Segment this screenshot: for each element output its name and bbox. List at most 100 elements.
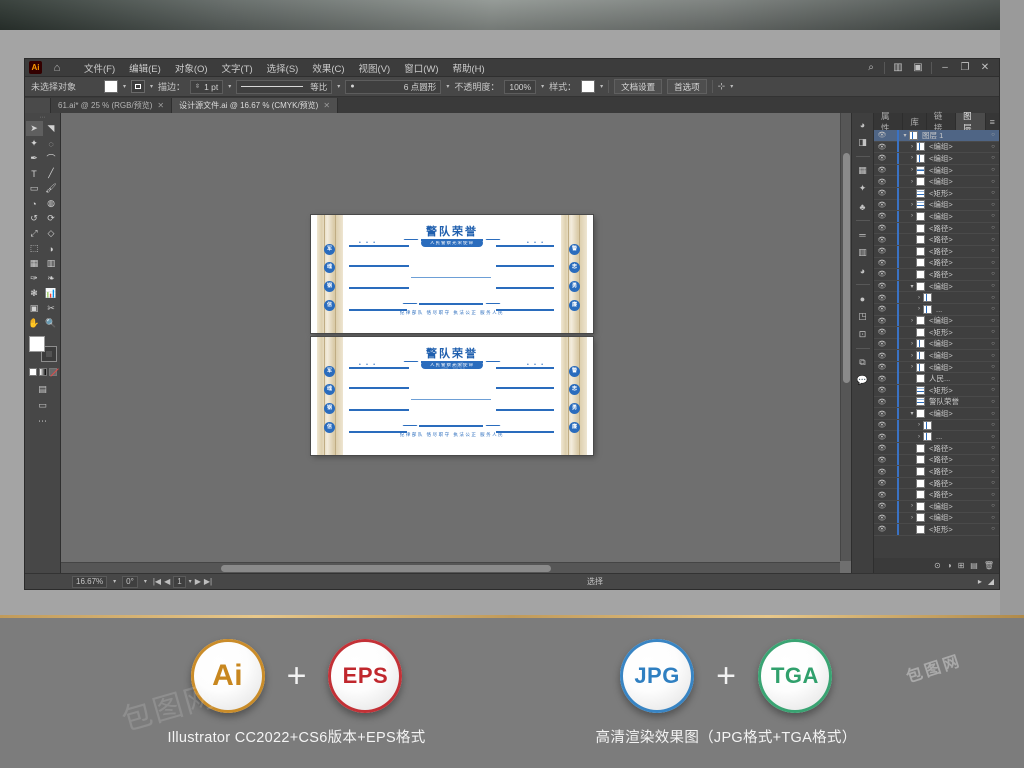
gradient-button[interactable] [38, 368, 47, 376]
layer-row[interactable]: 👁 › <编组> ○ [874, 350, 999, 362]
target-indicator-icon[interactable]: ○ [987, 318, 999, 324]
preferences-button[interactable]: 首选项 [667, 79, 707, 94]
layer-row[interactable]: 👁 › ○ [874, 292, 999, 304]
target-indicator-icon[interactable]: ○ [987, 376, 999, 382]
tab-layers[interactable]: 图层 [956, 111, 986, 133]
align-panel-icon[interactable]: ⊡ [854, 327, 872, 342]
fill-stroke-control[interactable] [28, 336, 57, 362]
gradient-icon[interactable]: ▥ [854, 245, 872, 260]
eyedropper-tool[interactable]: ✑ [26, 271, 43, 286]
fill-swatch[interactable] [104, 80, 119, 93]
status-resize-grip[interactable]: ◢ [988, 577, 994, 586]
layer-row[interactable]: 👁 <路径> ○ [874, 477, 999, 490]
last-artboard-button[interactable]: ▶| [204, 577, 212, 586]
panel-menu-icon[interactable]: ≡ [986, 113, 999, 130]
layer-row[interactable]: 👁 ›... ○ [874, 431, 999, 444]
swatches-icon[interactable]: ▦ [854, 163, 872, 178]
fill-color-box[interactable] [28, 336, 45, 352]
align-icon[interactable]: ⊹ [718, 81, 726, 92]
layer-row[interactable]: 👁 › <编组> ○ [874, 338, 999, 351]
visibility-toggle-icon[interactable]: 👁 [876, 479, 888, 487]
expand-arrow-icon[interactable]: ▾ [908, 283, 916, 290]
type-tool[interactable]: T [26, 166, 43, 181]
tools-more-icon[interactable]: ⋯ [38, 416, 47, 427]
layer-row[interactable]: 👁 人民... ○ [874, 373, 999, 386]
rotate-tool[interactable]: ⟳ [43, 211, 60, 226]
target-indicator-icon[interactable]: ○ [987, 387, 999, 393]
shaper-tool[interactable]: ◔ [26, 196, 43, 211]
menu-select[interactable]: 选择(S) [260, 59, 306, 77]
visibility-toggle-icon[interactable]: 👁 [876, 294, 888, 302]
target-indicator-icon[interactable]: ○ [987, 445, 999, 451]
target-indicator-icon[interactable]: ○ [987, 399, 999, 405]
document-tab-1[interactable]: 61.ai* @ 25 % (RGB/预览) ✕ [51, 98, 173, 113]
artboard-tool[interactable]: ▣ [26, 301, 43, 316]
close-icon[interactable]: ✕ [157, 101, 164, 110]
layer-row[interactable]: 👁 › <编组> ○ [874, 176, 999, 188]
width-tool[interactable]: ◇ [43, 226, 60, 241]
target-indicator-icon[interactable]: ○ [987, 167, 999, 173]
rotation-control[interactable]: 0° [122, 575, 138, 588]
symbol-sprayer-tool[interactable]: ❃ [26, 286, 43, 301]
restore-button[interactable]: ❐ [955, 62, 975, 73]
target-indicator-icon[interactable]: ○ [987, 132, 999, 138]
brush-caret-icon[interactable]: ▾ [446, 83, 449, 90]
target-indicator-icon[interactable]: ○ [987, 248, 999, 254]
prev-artboard-button[interactable]: ◀ [164, 577, 170, 586]
appearance-icon[interactable]: ● [854, 291, 872, 306]
target-indicator-icon[interactable]: ○ [987, 329, 999, 335]
visibility-toggle-icon[interactable]: 👁 [876, 236, 888, 244]
stroke-icon[interactable]: ═ [854, 227, 872, 242]
target-indicator-icon[interactable]: ○ [987, 237, 999, 243]
eraser-tool[interactable]: ↺ [26, 211, 43, 226]
expand-arrow-icon[interactable]: › [908, 155, 916, 161]
layer-row[interactable]: 👁 <路径> ○ [874, 245, 999, 258]
artboard-caret-icon[interactable]: ▾ [189, 578, 192, 585]
target-indicator-icon[interactable]: ○ [987, 283, 999, 289]
slice-tool[interactable]: ✂ [43, 301, 60, 316]
target-indicator-icon[interactable]: ○ [987, 411, 999, 417]
shape-builder-tool[interactable]: ◑ [43, 241, 60, 256]
target-indicator-icon[interactable]: ○ [987, 515, 999, 521]
layer-row[interactable]: 👁 › <编组> ○ [874, 152, 999, 165]
style-caret-icon[interactable]: ▾ [600, 83, 603, 90]
visibility-toggle-icon[interactable]: 👁 [876, 502, 888, 510]
visibility-toggle-icon[interactable]: 👁 [876, 525, 888, 533]
target-indicator-icon[interactable]: ○ [987, 353, 999, 359]
layer-row[interactable]: 👁 警队荣誉 ○ [874, 396, 999, 409]
target-indicator-icon[interactable]: ○ [987, 260, 999, 266]
locate-object-icon[interactable]: ⊙ [934, 561, 941, 570]
layer-row[interactable]: 👁 <路径> ○ [874, 222, 999, 235]
visibility-toggle-icon[interactable]: 👁 [876, 224, 888, 232]
stroke-caret-icon[interactable]: ▾ [150, 83, 153, 90]
create-sublayer-icon[interactable]: ⊞ [958, 561, 965, 570]
expand-arrow-icon[interactable]: › [908, 179, 916, 185]
visibility-toggle-icon[interactable]: 👁 [876, 259, 888, 267]
expand-arrow-icon[interactable]: › [915, 422, 923, 428]
color-guide-icon[interactable]: ◨ [854, 135, 872, 150]
rectangle-tool[interactable]: ▭ [26, 181, 43, 196]
expand-arrow-icon[interactable]: ▾ [901, 132, 909, 139]
visibility-toggle-icon[interactable]: 👁 [876, 386, 888, 394]
expand-arrow-icon[interactable]: › [908, 503, 916, 509]
layer-row[interactable]: 👁 › <编组> ○ [874, 199, 999, 212]
menu-view[interactable]: 视图(V) [352, 59, 398, 77]
target-indicator-icon[interactable]: ○ [987, 225, 999, 231]
visibility-toggle-icon[interactable]: 👁 [876, 433, 888, 441]
target-indicator-icon[interactable]: ○ [987, 202, 999, 208]
status-expand-icon[interactable]: ▸ [978, 577, 982, 586]
new-layer-icon[interactable]: ▤ [970, 561, 978, 570]
visibility-toggle-icon[interactable]: 👁 [876, 340, 888, 348]
expand-arrow-icon[interactable]: › [915, 306, 923, 312]
target-indicator-icon[interactable]: ○ [987, 492, 999, 498]
free-transform-tool[interactable]: ⬚ [26, 241, 43, 256]
none-button[interactable] [48, 368, 57, 376]
expand-arrow-icon[interactable]: › [908, 202, 916, 208]
delete-layer-icon[interactable]: 🗑 [984, 561, 994, 570]
target-indicator-icon[interactable]: ○ [987, 434, 999, 440]
layer-row[interactable]: 👁 › <编组> ○ [874, 164, 999, 177]
curvature-tool[interactable]: ⌒ [43, 151, 60, 166]
layer-row[interactable]: 👁 <矩形> ○ [874, 326, 999, 339]
canvas-area[interactable]: 警队荣誉 人民警察光荣使命 • • • • • • 军 魂 钢 信 警 忠 勇 … [61, 113, 851, 573]
menu-window[interactable]: 窗口(W) [397, 59, 445, 77]
